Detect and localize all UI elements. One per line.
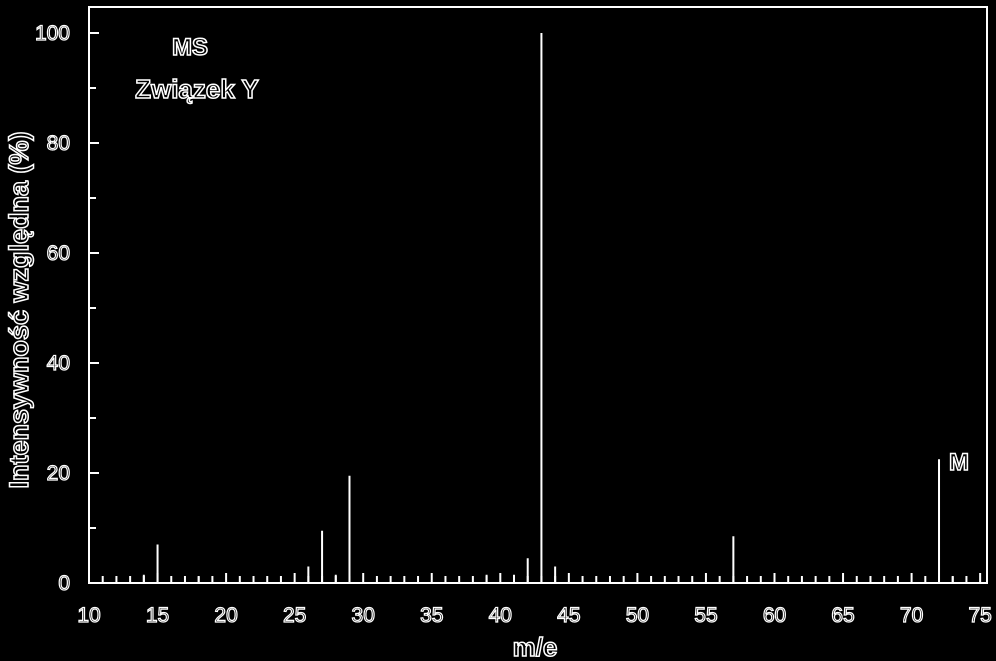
x-axis-label: m/e <box>513 632 558 661</box>
x-tick-label: 55 <box>694 604 717 627</box>
y-tick-label: 0 <box>58 572 70 595</box>
y-tick-label: 60 <box>47 242 70 265</box>
x-tick-label: 45 <box>557 604 580 627</box>
y-tick-label: 20 <box>47 462 70 485</box>
x-tick-label: 25 <box>283 604 306 627</box>
x-tick-label: 15 <box>146 604 169 627</box>
x-tick-label: 50 <box>626 604 649 627</box>
mass-spectrum-chart: 10 15 20 25 30 35 40 45 50 55 60 65 70 75 0 20 40 60 80 10… <box>0 0 996 661</box>
molecular-ion-label: M <box>949 449 969 476</box>
x-tick-label: 70 <box>900 604 923 627</box>
x-tick-label: 30 <box>352 604 375 627</box>
x-tick-label: 60 <box>763 604 786 627</box>
x-tick-label: 35 <box>420 604 443 627</box>
chart-title: MS <box>172 34 208 61</box>
x-tick-label: 65 <box>831 604 854 627</box>
chart-subtitle: Związek Y <box>135 74 259 104</box>
y-tick-label: 80 <box>47 132 70 155</box>
x-tick-label: 75 <box>968 604 991 627</box>
x-tick-label: 10 <box>77 604 100 627</box>
x-tick-label: 20 <box>214 604 237 627</box>
y-tick-label: 40 <box>47 352 70 375</box>
y-tick-label: 100 <box>35 22 70 45</box>
y-axis-label: Intensywność względna (%) <box>4 131 34 488</box>
x-tick-label: 40 <box>489 604 512 627</box>
